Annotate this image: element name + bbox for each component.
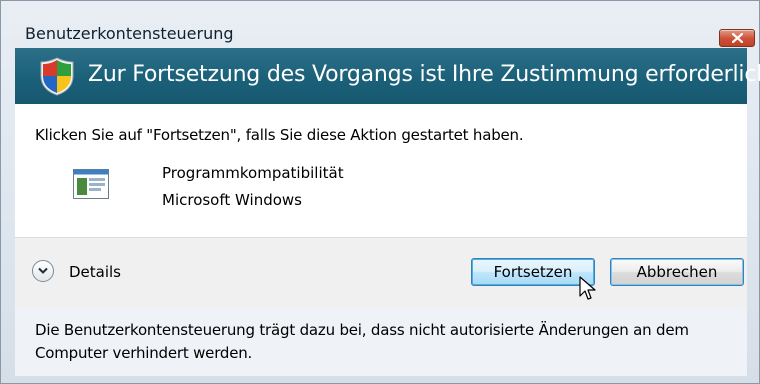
close-button[interactable] (719, 29, 755, 47)
window-title: Benutzerkontensteuerung (25, 24, 234, 43)
footer-text: Die Benutzerkontensteuerung trägt dazu b… (35, 321, 689, 362)
uac-dialog: Benutzerkontensteuerung Zur Fortsetzung … (0, 0, 760, 384)
header-title: Zur Fortsetzung des Vorgangs ist Ihre Zu… (88, 62, 760, 87)
consent-header: Zur Fortsetzung des Vorgangs ist Ihre Zu… (15, 48, 760, 104)
instruction-text: Klicken Sie auf "Fortsetzen", falls Sie … (35, 126, 524, 144)
footer-info: Die Benutzerkontensteuerung trägt dazu b… (15, 308, 747, 376)
title-bar: Benutzerkontensteuerung (1, 1, 759, 47)
shield-icon (40, 57, 74, 96)
content-area: Klicken Sie auf "Fortsetzen", falls Sie … (15, 104, 747, 237)
button-area: Details Fortsetzen Abbrechen (15, 237, 747, 309)
continue-button[interactable]: Fortsetzen (471, 258, 595, 286)
chevron-down-icon (38, 267, 48, 274)
details-label[interactable]: Details (69, 263, 121, 281)
program-name: Programmkompatibilität (162, 164, 344, 182)
program-publisher: Microsoft Windows (162, 191, 302, 209)
program-window-icon (73, 169, 109, 199)
details-expand-button[interactable] (32, 260, 54, 282)
mouse-cursor-icon (579, 276, 596, 300)
cancel-button[interactable]: Abbrechen (610, 258, 744, 286)
close-icon (732, 33, 743, 43)
